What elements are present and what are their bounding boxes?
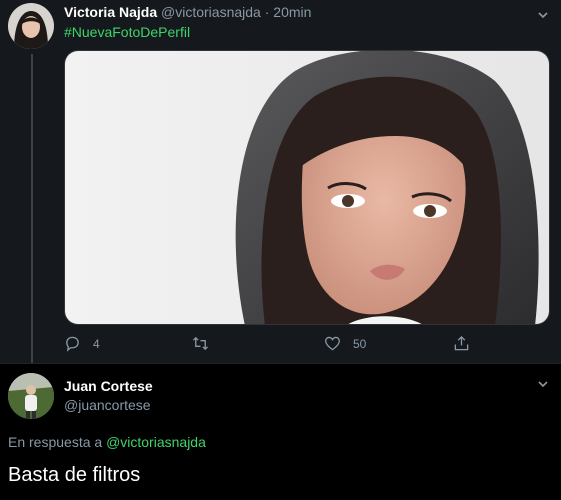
author-handle[interactable]: @victoriasnajda xyxy=(161,4,261,20)
mention-link[interactable]: @victoriasnajda xyxy=(106,434,206,450)
replying-to-line: En respuesta a @victoriasnajda xyxy=(8,434,206,450)
reply-count: 4 xyxy=(93,336,100,351)
reply-button[interactable]: 4 xyxy=(64,335,100,352)
reply-icon xyxy=(66,336,79,352)
avatar[interactable] xyxy=(8,373,54,419)
reply-author-name[interactable]: Juan Cortese xyxy=(64,378,153,394)
replying-to-label: En respuesta a xyxy=(8,434,103,450)
tweet-divider xyxy=(0,363,561,364)
like-button[interactable]: 50 xyxy=(324,335,366,352)
heart-icon xyxy=(325,336,340,351)
reply-author-handle[interactable]: @juancortese xyxy=(64,397,151,413)
original-tweet[interactable]: Victoria Najda @victoriasnajda · 20min #… xyxy=(0,0,561,363)
retweet-button[interactable] xyxy=(192,335,221,352)
retweet-icon xyxy=(192,336,209,351)
avatar[interactable] xyxy=(8,3,54,49)
thread-connector-line xyxy=(31,54,33,363)
header-separator: · xyxy=(264,4,270,20)
share-icon xyxy=(454,335,469,351)
chevron-down-icon[interactable] xyxy=(536,8,550,22)
selfie-photo-icon xyxy=(65,51,549,324)
chevron-down-icon[interactable] xyxy=(536,377,550,391)
tweet-media-photo[interactable] xyxy=(64,50,550,325)
tweet-actions-bar: 4 50 xyxy=(0,335,561,355)
tweet-header: Victoria Najda @victoriasnajda · 20min xyxy=(64,4,311,20)
avatar-photo-icon xyxy=(8,3,54,49)
reply-text: Basta de filtros xyxy=(8,464,141,486)
tweet-timestamp[interactable]: 20min xyxy=(273,4,311,20)
like-count: 50 xyxy=(353,336,367,351)
share-button[interactable] xyxy=(453,335,482,352)
author-name[interactable]: Victoria Najda xyxy=(64,4,157,20)
hashtag-link[interactable]: #NuevaFotoDePerfil xyxy=(64,24,190,40)
avatar-photo-icon xyxy=(8,373,54,419)
